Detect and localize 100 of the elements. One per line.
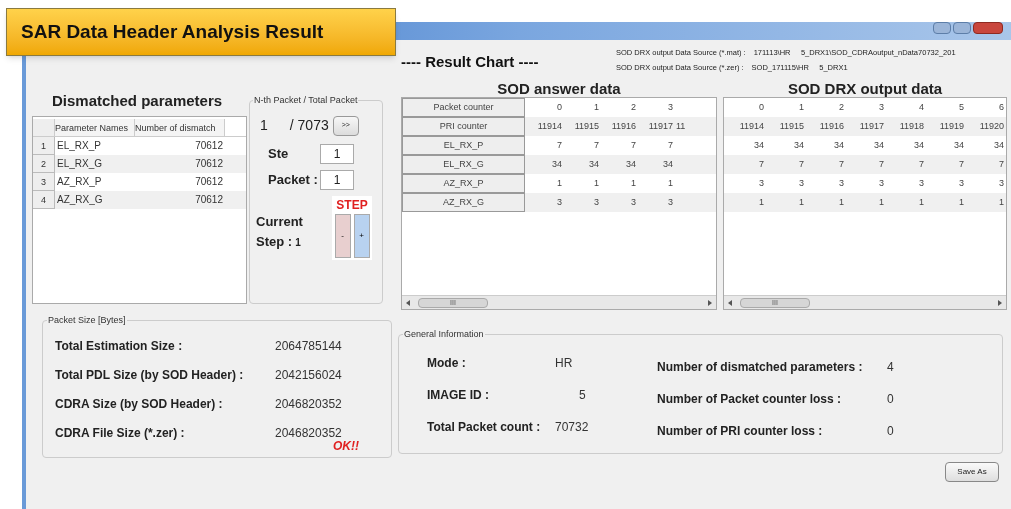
banner-title: SAR Data Header Analysis Result bbox=[21, 19, 324, 44]
table-cell-text: AZ_RX_P bbox=[56, 175, 103, 189]
row-number: 1 bbox=[33, 137, 55, 155]
status-text: OK!! bbox=[333, 438, 359, 455]
table-cell-text: 1 bbox=[958, 195, 964, 209]
table-cell-text: 6 bbox=[998, 100, 1004, 114]
table-cell-text: 0 bbox=[556, 100, 562, 114]
save-as-button[interactable]: Save As bbox=[945, 462, 999, 482]
table-cell-text: 70612 bbox=[194, 157, 224, 171]
table-cell-text: 4 bbox=[918, 100, 924, 114]
size-value: 2046820352 bbox=[275, 424, 342, 441]
info-label: Number of Packet counter loss : bbox=[657, 391, 843, 408]
table-cell-text: 3 bbox=[918, 176, 924, 190]
table-cell-text: 7 bbox=[998, 157, 1004, 171]
table-cell-text: 3 bbox=[878, 100, 884, 114]
table-cell-text: 34 bbox=[953, 138, 964, 152]
scroll-right-icon[interactable] bbox=[998, 299, 1002, 306]
table-cell-text: 2 bbox=[838, 100, 844, 114]
step-title: STEP bbox=[336, 197, 368, 214]
table-cell-text: 3 bbox=[556, 195, 562, 209]
size-value: 2046820352 bbox=[275, 395, 342, 413]
table-cell-text: EL_RX_P bbox=[56, 139, 102, 153]
size-value: 2064785144 bbox=[275, 337, 342, 355]
table-cell-text: 34 bbox=[913, 138, 924, 152]
table-cell-text: 3 bbox=[958, 176, 964, 190]
table-cell-text: 11915 bbox=[573, 119, 599, 133]
row-header: AZ_RX_P bbox=[402, 174, 525, 193]
table-cell-text: 11919 bbox=[938, 119, 964, 133]
table-cell-text: 1 bbox=[838, 195, 844, 209]
table-cell-text: 0 bbox=[758, 100, 764, 114]
table-cell-text: 34 bbox=[993, 138, 1004, 152]
scroll-right-icon[interactable] bbox=[708, 299, 712, 306]
panel-title: SOD DRX output data bbox=[786, 79, 944, 97]
table-cell-text: 1 bbox=[667, 176, 673, 190]
table-cell-text: 5 bbox=[958, 100, 964, 114]
row-header: EL_RX_G bbox=[402, 155, 525, 174]
panel-title: Dismatched parameters bbox=[52, 91, 224, 111]
table-cell-text: 7 bbox=[667, 138, 673, 152]
table-cell-text: 7 bbox=[593, 138, 599, 152]
current-packet: 1 bbox=[260, 116, 268, 135]
ste-label: Ste bbox=[268, 145, 290, 164]
info-label: Mode : bbox=[427, 355, 467, 372]
table-cell-text: 7 bbox=[556, 138, 562, 152]
current-label: Current bbox=[256, 213, 304, 231]
table-cell-text: 3 bbox=[667, 195, 673, 209]
step-value: 1 bbox=[295, 235, 301, 250]
panel-title: SOD answer data bbox=[496, 79, 622, 97]
table-cell-text: 11917 bbox=[858, 119, 884, 133]
info-label: Number of dismatched parameters : bbox=[657, 359, 864, 376]
info-value: 70732 bbox=[555, 419, 589, 436]
row-header: EL_RX_P bbox=[402, 136, 525, 155]
info-label: IMAGE ID : bbox=[427, 387, 490, 404]
table-cell-text: 1 bbox=[593, 176, 599, 190]
table-cell-text: AZ_RX_G bbox=[56, 193, 104, 207]
info-value: HR bbox=[555, 355, 573, 372]
table-cell-text: 11915 bbox=[778, 119, 804, 133]
table-cell-text: 34 bbox=[551, 157, 562, 171]
table-cell-text: 1 bbox=[998, 195, 1004, 209]
packet-label: Packet : bbox=[268, 171, 319, 190]
minus-button[interactable]: - bbox=[334, 214, 351, 258]
table-cell-text: 34 bbox=[833, 138, 844, 152]
ste-input[interactable]: 1 bbox=[320, 144, 354, 164]
result-chart-title: ---- Result Chart ---- bbox=[401, 52, 540, 72]
info-value: 0 bbox=[887, 391, 894, 408]
scroll-left-icon[interactable] bbox=[406, 299, 410, 306]
column-header: Parameter Names bbox=[55, 119, 135, 136]
close-icon[interactable] bbox=[973, 22, 1003, 34]
table-cell-text: 3 bbox=[630, 195, 636, 209]
table-cell-text: 11916 bbox=[610, 119, 636, 133]
size-label: Total Estimation Size : bbox=[55, 337, 184, 355]
table-cell-text: 7 bbox=[838, 157, 844, 171]
scroll-left-icon[interactable] bbox=[728, 299, 732, 306]
table-cell-text: 1 bbox=[918, 195, 924, 209]
table-cell-text: 7 bbox=[878, 157, 884, 171]
table-cell-text: 11916 bbox=[818, 119, 844, 133]
size-label: Total PDL Size (by SOD Header) : bbox=[55, 366, 245, 384]
table-cell-text: 34 bbox=[793, 138, 804, 152]
table-cell-text: 34 bbox=[753, 138, 764, 152]
plus-button[interactable]: + bbox=[353, 214, 370, 258]
table-cell-text: 7 bbox=[798, 157, 804, 171]
row-header: AZ_RX_G bbox=[402, 193, 525, 212]
table-cell-text: 11914 bbox=[738, 119, 764, 133]
table-cell-text: 11917 bbox=[647, 119, 673, 133]
row-header: PRI counter bbox=[402, 117, 525, 136]
table-cell-text: 1 bbox=[798, 195, 804, 209]
row-number: 3 bbox=[33, 173, 55, 191]
table-cell-text: 11920 bbox=[978, 119, 1004, 133]
row-number: 2 bbox=[33, 155, 55, 173]
table-cell-text: 1 bbox=[758, 195, 764, 209]
table-cell-text: 3 bbox=[998, 176, 1004, 190]
info-value: 5 bbox=[579, 387, 586, 404]
size-label: CDRA File Size (*.zer) : bbox=[55, 424, 186, 442]
table-cell-text: 2 bbox=[630, 100, 636, 114]
table-cell-text: 3 bbox=[878, 176, 884, 190]
info-label: Number of PRI counter loss : bbox=[657, 423, 824, 440]
table-cell-text: 34 bbox=[588, 157, 599, 171]
packet-input[interactable]: 1 bbox=[320, 170, 354, 190]
table-cell-text: 1 bbox=[878, 195, 884, 209]
table-cell-text: 3 bbox=[667, 100, 673, 114]
table-cell-text: 7 bbox=[918, 157, 924, 171]
